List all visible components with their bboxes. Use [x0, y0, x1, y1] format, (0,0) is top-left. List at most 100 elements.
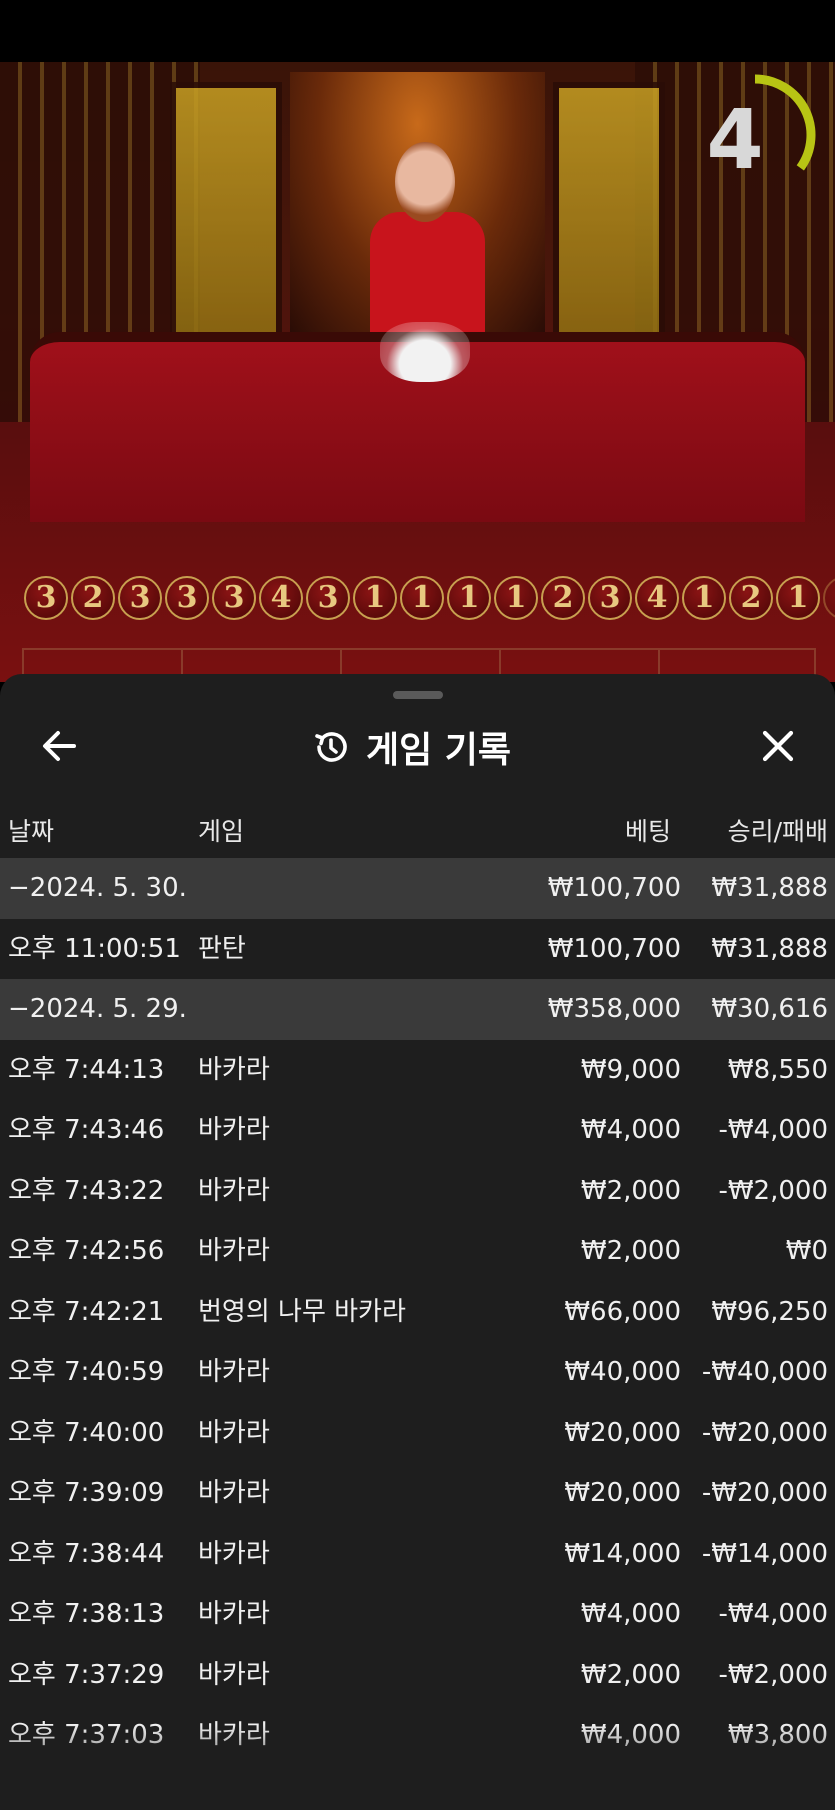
row-date: −2024. 5. 29. [8, 994, 187, 1024]
row-date: 오후 7:43:22 [8, 1175, 165, 1206]
row-date: 오후 7:42:21 [8, 1296, 165, 1327]
bead-result: 2 [541, 576, 585, 620]
bead-result: 1 [447, 576, 491, 620]
row-bet: ₩2,000 [580, 1175, 681, 1206]
bead-result: 3 [212, 576, 256, 620]
row-bet: ₩2,000 [580, 1236, 681, 1266]
row-date: −2024. 5. 30. [8, 873, 187, 903]
row-date: 오후 7:37:29 [8, 1659, 165, 1690]
row-game: 바카라 [198, 1054, 270, 1085]
history-row: 오후 7:43:22 바카라 ₩2,000 -₩2,000 [0, 1161, 835, 1222]
bead-result: 1 [494, 576, 538, 620]
history-row: 오후 7:40:00 바카라 ₩20,000 -₩20,000 [0, 1403, 835, 1464]
sheet-title: 게임 기록 [366, 730, 512, 771]
history-row: 오후 7:38:13 바카라 ₩4,000 -₩4,000 [0, 1584, 835, 1645]
arrow-left-icon [43, 731, 76, 761]
bead-shaker [380, 322, 470, 382]
row-win-loss: -₩20,000 [701, 1478, 828, 1508]
row-date: 오후 7:40:00 [8, 1417, 165, 1448]
row-win-loss: ₩0 [785, 1236, 828, 1266]
history-row: 오후 7:38:44 바카라 ₩14,000 -₩14,000 [0, 1524, 835, 1585]
row-date: 오후 11:00:51 [8, 933, 181, 964]
gold-panel-left [170, 82, 282, 374]
row-bet: ₩20,000 [564, 1417, 681, 1448]
row-date: 오후 7:38:13 [8, 1599, 165, 1629]
row-game: 번영의 나무 바카라 [198, 1296, 406, 1327]
bead-result: 3 [24, 576, 68, 620]
row-game: 바카라 [198, 1417, 270, 1448]
row-game: 바카라 [198, 1478, 270, 1508]
history-row: 오후 7:44:13 바카라 ₩9,000 ₩8,550 [0, 1040, 835, 1101]
date-group-row[interactable]: −2024. 5. 30. ₩100,700 ₩31,888 [0, 858, 835, 919]
timer-value: 4 [706, 93, 764, 188]
dealer-head [395, 142, 455, 222]
bead-result: 4 [259, 576, 303, 620]
row-game: 바카라 [198, 1236, 270, 1266]
row-bet: ₩100,700 [547, 933, 681, 964]
close-icon [762, 730, 794, 762]
history-row: 오후 11:00:51 판탄 ₩100,700 ₩31,888 [0, 919, 835, 980]
row-win-loss: -₩40,000 [701, 1357, 828, 1387]
history-row: 오후 7:37:29 바카라 ₩2,000 -₩2,000 [0, 1645, 835, 1706]
history-row: 오후 7:39:09 바카라 ₩20,000 -₩20,000 [0, 1463, 835, 1524]
history-row: 오후 7:40:59 바카라 ₩40,000 -₩40,000 [0, 1342, 835, 1403]
row-game: 바카라 [198, 1538, 270, 1569]
bead-result: 2 [71, 576, 115, 620]
row-date: 오후 7:43:46 [8, 1115, 165, 1145]
column-header-date[interactable]: 날짜 [8, 812, 54, 848]
row-bet: ₩40,000 [564, 1357, 681, 1387]
row-win-loss: -₩14,000 [701, 1538, 828, 1569]
row-game: 바카라 [198, 1357, 270, 1387]
row-bet: ₩66,000 [564, 1296, 681, 1327]
row-bet: ₩20,000 [564, 1478, 681, 1508]
row-bet: ₩2,000 [580, 1659, 681, 1690]
bead-result: 1 [776, 576, 820, 620]
sheet-header: 게임 기록 [0, 714, 835, 784]
game-history-sheet: 게임 기록 날짜 게임 베팅 승리/패배 −2024. 5. 30. ₩100,7… [0, 674, 835, 1810]
drag-handle[interactable] [393, 691, 443, 699]
bead-result: 1 [823, 576, 835, 620]
row-win-loss: ₩31,888 [711, 873, 828, 903]
history-list: −2024. 5. 30. ₩100,700 ₩31,888 오후 11:00:51 판… [0, 858, 835, 1766]
row-date: 오후 7:40:59 [8, 1357, 165, 1387]
row-date: 오후 7:39:09 [8, 1478, 165, 1508]
row-bet: ₩4,000 [580, 1599, 681, 1629]
column-header-bet[interactable]: 베팅 [625, 812, 671, 848]
close-button[interactable] [756, 724, 800, 768]
row-game: 바카라 [198, 1599, 270, 1629]
status-bar [0, 0, 835, 62]
row-win-loss: -₩4,000 [718, 1115, 828, 1145]
row-win-loss: -₩20,000 [701, 1417, 828, 1448]
row-game: 판탄 [198, 933, 246, 964]
row-win-loss: ₩31,888 [711, 933, 828, 964]
column-header-win-loss[interactable]: 승리/패배 [728, 812, 828, 848]
bead-result: 3 [588, 576, 632, 620]
row-date: 오후 7:42:56 [8, 1236, 165, 1266]
history-icon [315, 732, 347, 762]
row-win-loss: -₩4,000 [718, 1599, 828, 1629]
bead-result: 3 [306, 576, 350, 620]
bead-result: 3 [118, 576, 162, 620]
bead-road: 323334311112341211 [24, 576, 835, 632]
row-win-loss: -₩2,000 [718, 1659, 828, 1690]
column-header-game[interactable]: 게임 [198, 812, 244, 848]
row-game: 바카라 [198, 1175, 270, 1206]
list-fade [0, 1724, 835, 1810]
bead-result: 1 [400, 576, 444, 620]
bead-result: 1 [682, 576, 726, 620]
back-button[interactable] [38, 724, 82, 768]
sheet-title-group: 게임 기록 [310, 719, 511, 775]
history-row: 오후 7:42:21 번영의 나무 바카라 ₩66,000 ₩96,250 [0, 1282, 835, 1343]
row-win-loss: -₩2,000 [718, 1175, 828, 1206]
gold-panel-right [553, 82, 665, 374]
bead-result: 1 [353, 576, 397, 620]
row-win-loss: ₩30,616 [711, 994, 828, 1024]
row-bet: ₩358,000 [547, 994, 681, 1024]
row-bet: ₩9,000 [580, 1054, 681, 1085]
date-group-row[interactable]: −2024. 5. 29. ₩358,000 ₩30,616 [0, 979, 835, 1040]
row-date: 오후 7:38:44 [8, 1538, 165, 1569]
bead-result: 3 [165, 576, 209, 620]
bead-result: 4 [635, 576, 679, 620]
row-game: 바카라 [198, 1115, 270, 1145]
row-bet: ₩100,700 [547, 873, 681, 903]
